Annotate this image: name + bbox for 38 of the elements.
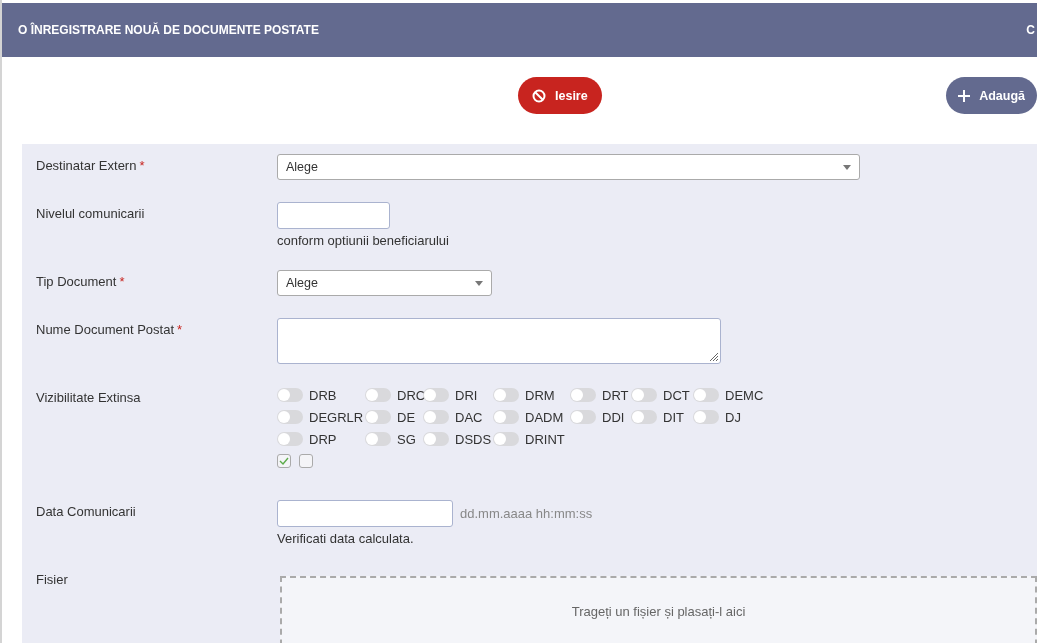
- required-mark: *: [119, 274, 125, 289]
- page-title: O ÎNREGISTRARE NOUĂ DE DOCUMENTE POSTATE: [18, 23, 319, 37]
- toggle-label: DRC: [397, 387, 426, 403]
- toggle-label: DRP: [309, 431, 337, 447]
- field-label: Tip Document *: [35, 273, 126, 291]
- toggle-label: DCT: [663, 387, 690, 403]
- format-hint: dd.mm.aaaa hh:mm:ss: [460, 506, 593, 521]
- required-mark: *: [139, 158, 145, 173]
- field-label: Fisier: [35, 571, 69, 589]
- file-drop-zone[interactable]: Trageți un fișier și plasați-l aici: [280, 576, 1037, 643]
- select-dropdown[interactable]: Alege: [277, 154, 860, 180]
- toggle-label: DSDS: [455, 431, 492, 447]
- toggle-label: DJ: [725, 409, 741, 425]
- select-dropdown[interactable]: Alege: [277, 270, 492, 296]
- toggle-label: DIT: [663, 409, 684, 425]
- toggle-label: SG: [397, 431, 416, 447]
- toggle-label: DDI: [602, 409, 625, 425]
- toggle-label: DRINT: [525, 431, 565, 447]
- field-label: Destinatar Extern *: [35, 157, 146, 175]
- required-mark: *: [177, 322, 183, 337]
- add-button[interactable]: Adaugă: [946, 77, 1037, 114]
- toggle-label: DAC: [455, 409, 483, 425]
- toggle-label: DRB: [309, 387, 337, 403]
- toggle-label: DRM: [525, 387, 555, 403]
- toggle-label: DRI: [455, 387, 478, 403]
- field-label: Nume Document Postat *: [35, 321, 184, 339]
- toggle-label: DADM: [525, 409, 564, 425]
- field-label: Vizibilitate Extinsa: [35, 389, 142, 407]
- help-text: conform optiunii beneficiarului: [277, 233, 450, 248]
- toggle-label: DE: [397, 409, 416, 425]
- exit-button[interactable]: Iesire: [518, 77, 602, 114]
- toggle-label: DEGRLR: [309, 409, 364, 425]
- toggle-label: DEMC: [725, 387, 764, 403]
- field-label: Nivelul comunicarii: [35, 205, 146, 223]
- toggle-label: DRT: [602, 387, 629, 403]
- header-text: C: [1026, 23, 1035, 37]
- help-text: Verificati data calculata.: [277, 531, 415, 546]
- field-label: Data Comunicarii: [35, 503, 137, 521]
